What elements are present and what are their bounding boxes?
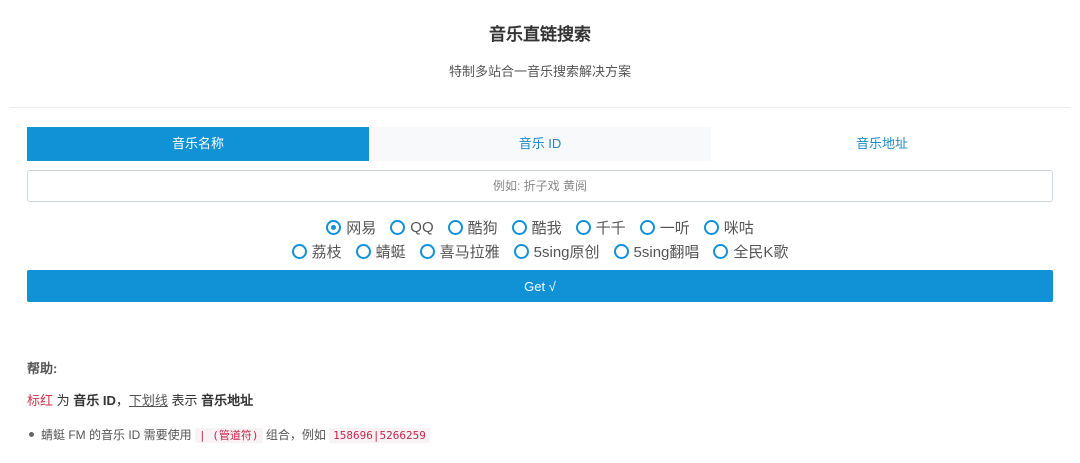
radio-5sing-original[interactable]: 5sing原创: [513, 241, 600, 261]
bullet-icon: [29, 432, 34, 438]
source-radio-row-1: 网易 QQ 酷狗 酷我 千千 一听 咪咕: [0, 217, 1080, 237]
underline-legend: 下划线: [128, 393, 168, 408]
radio-kuwo[interactable]: 酷我: [511, 217, 562, 237]
radio-migu[interactable]: 咪咕: [703, 217, 754, 237]
radio-yiting[interactable]: 一听: [639, 217, 690, 237]
radio-unchecked-icon: [447, 219, 463, 235]
radio-unchecked-icon: [291, 243, 307, 259]
help-legend-line: 标红 为 音乐 ID，下划线 表示 音乐地址: [27, 392, 253, 410]
radio-5sing-cover[interactable]: 5sing翻唱: [613, 241, 700, 261]
radio-unchecked-icon: [613, 243, 629, 259]
radio-kugou[interactable]: 酷狗: [447, 217, 498, 237]
radio-ximalaya[interactable]: 喜马拉雅: [419, 241, 500, 261]
help-section: 帮助: 标红 为 音乐 ID，下划线 表示 音乐地址 蜻蜓 FM 的音乐 ID …: [27, 360, 430, 443]
radio-unchecked-icon: [355, 243, 371, 259]
radio-label: 酷我: [531, 219, 562, 237]
radio-lizhi[interactable]: 荔枝: [291, 241, 342, 261]
radio-qianqian[interactable]: 千千: [575, 217, 626, 237]
page-header: 音乐直链搜索 特制多站合一音乐搜索解决方案: [10, 0, 1070, 108]
radio-label: 喜马拉雅: [439, 243, 500, 261]
radio-label: 千千: [595, 219, 626, 237]
radio-quanmin-kge[interactable]: 全民K歌: [713, 241, 788, 261]
radio-unchecked-icon: [390, 219, 406, 235]
radio-unchecked-icon: [713, 243, 729, 259]
radio-label: 荔枝: [311, 243, 342, 261]
tab-music-url[interactable]: 音乐地址: [711, 127, 1053, 161]
help-text: 为: [53, 393, 74, 408]
page-subtitle: 特制多站合一音乐搜索解决方案: [448, 64, 631, 79]
pipe-code: | (管道符): [195, 428, 263, 443]
get-button[interactable]: Get √: [27, 270, 1053, 302]
help-title: 帮助:: [27, 361, 58, 376]
radio-netease[interactable]: 网易: [326, 217, 376, 237]
red-legend: 标红: [27, 393, 54, 408]
radio-label: 网易: [346, 219, 377, 237]
radio-qingting[interactable]: 蜻蜓: [355, 241, 406, 261]
radio-unchecked-icon: [511, 219, 527, 235]
tab-music-name[interactable]: 音乐名称: [27, 127, 369, 161]
search-type-tabs: 音乐名称 音乐 ID 音乐地址: [27, 127, 1053, 161]
radio-unchecked-icon: [419, 243, 435, 259]
help-text: 表示: [167, 393, 202, 408]
tab-music-id[interactable]: 音乐 ID: [369, 127, 711, 161]
music-id-term: 音乐 ID: [73, 393, 116, 408]
help-text: 组合，例如: [262, 428, 330, 442]
page-title: 音乐直链搜索: [489, 25, 591, 44]
radio-qq[interactable]: QQ: [390, 217, 434, 237]
radio-label: 蜻蜓: [375, 243, 406, 261]
radio-unchecked-icon: [703, 219, 719, 235]
radio-unchecked-icon: [639, 219, 655, 235]
radio-label: 一听: [659, 219, 690, 237]
radio-label: 咪咕: [723, 219, 754, 237]
radio-label: 5sing翻唱: [633, 243, 700, 261]
help-text: 蜻蜓 FM 的音乐 ID 需要使用: [41, 428, 195, 442]
radio-label: 全民K歌: [733, 243, 789, 261]
source-radio-row-2: 荔枝 蜻蜓 喜马拉雅 5sing原创 5sing翻唱 全民K歌: [0, 241, 1080, 261]
radio-unchecked-icon: [513, 243, 529, 259]
radio-label: QQ: [410, 218, 434, 236]
music-url-term: 音乐地址: [201, 393, 254, 408]
help-text: ，: [115, 393, 129, 408]
radio-checked-icon: [326, 219, 342, 235]
search-input[interactable]: [27, 170, 1053, 202]
example-id-code: 158696|5266259: [329, 428, 430, 443]
radio-label: 5sing原创: [533, 243, 600, 261]
help-bullet-item: 蜻蜓 FM 的音乐 ID 需要使用 | (管道符) 组合，例如 158696|5…: [27, 426, 430, 445]
radio-unchecked-icon: [575, 219, 591, 235]
radio-label: 酷狗: [467, 219, 498, 237]
